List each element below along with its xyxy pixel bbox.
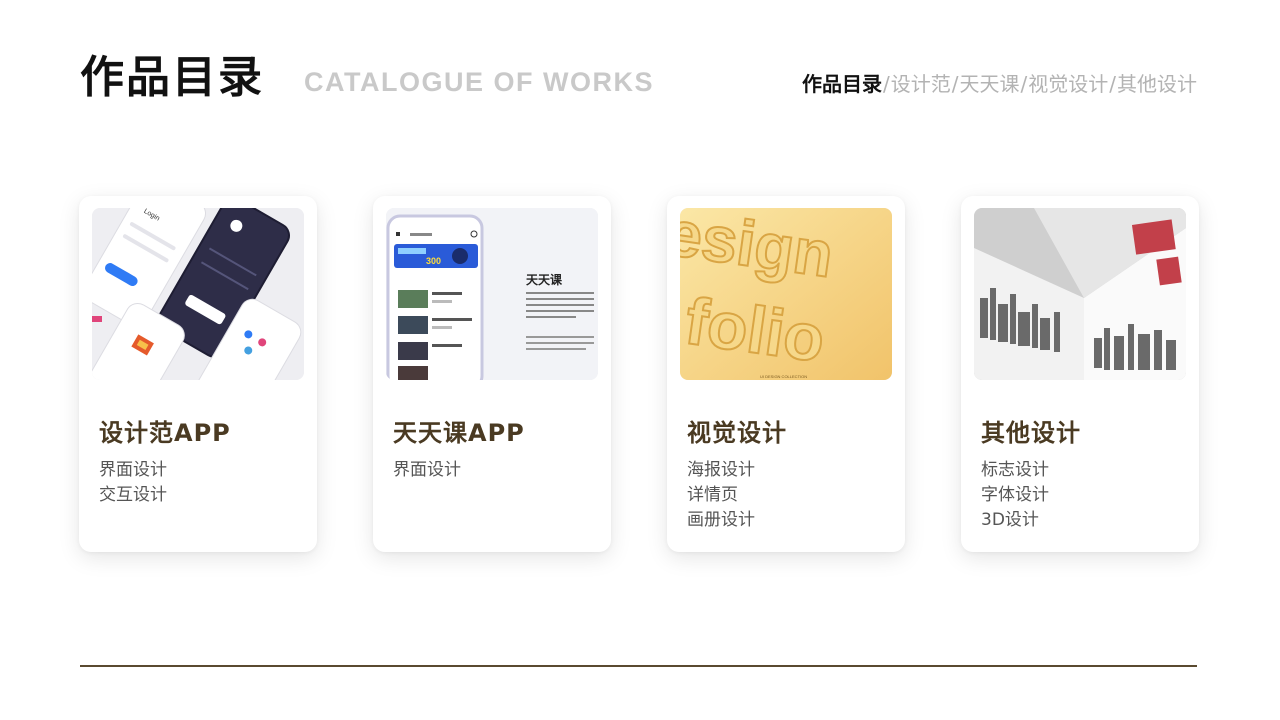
card-item-list: 界面设计 <box>393 458 461 483</box>
card-thumbnail: 300 天天课 <box>386 208 598 380</box>
card-item-list: 标志设计 字体设计 3D设计 <box>981 458 1049 533</box>
breadcrumb-item-tiantianke[interactable]: 天天课 <box>960 72 1020 96</box>
breadcrumb-item-catalogue[interactable]: 作品目录 <box>802 72 882 96</box>
card-item: 标志设计 <box>981 460 1049 480</box>
breadcrumb-item-visual[interactable]: 视觉设计 <box>1028 72 1108 96</box>
thumb-footer-text: UI DESIGN COLLECTION <box>760 374 807 379</box>
app-mockup-image: 300 天天课 <box>386 208 598 380</box>
card-visual-design[interactable]: esign folio UI DESIGN COLLECTION 视觉设计 海报… <box>667 196 905 552</box>
brochure-image <box>974 208 1186 380</box>
breadcrumb-separator: / <box>1020 72 1028 96</box>
breadcrumb-item-other[interactable]: 其他设计 <box>1117 72 1197 96</box>
card-item: 3D设计 <box>981 510 1039 530</box>
app-mockup-image: Login <box>92 208 304 380</box>
page-subtitle: CATALOGUE OF WORKS <box>304 67 654 97</box>
card-item: 字体设计 <box>981 485 1049 505</box>
card-item-list: 界面设计 交互设计 <box>99 458 167 508</box>
breadcrumb-separator: / <box>951 72 959 96</box>
card-item: 详情页 <box>687 485 738 505</box>
card-thumbnail: esign folio UI DESIGN COLLECTION <box>680 208 892 380</box>
card-title: 其他设计 <box>981 419 1081 447</box>
card-title: 设计范APP <box>99 419 231 447</box>
card-item-list: 海报设计 详情页 画册设计 <box>687 458 755 533</box>
breadcrumb-item-shejifan[interactable]: 设计范 <box>891 72 951 96</box>
card-tiantianke-app[interactable]: 300 天天课 天天课APP 界面设计 <box>373 196 611 552</box>
thumb-heading: 天天课 <box>526 272 563 287</box>
card-shejifan-app[interactable]: Login 设计范APP 界面设计 交互设计 <box>79 196 317 552</box>
card-title: 天天课APP <box>393 419 525 447</box>
card-thumbnail: Login <box>92 208 304 380</box>
card-other-design[interactable]: 其他设计 标志设计 字体设计 3D设计 <box>961 196 1199 552</box>
card-thumbnail <box>974 208 1186 380</box>
breadcrumb-separator: / <box>1109 72 1116 96</box>
card-title: 视觉设计 <box>687 419 787 447</box>
card-item: 交互设计 <box>99 485 167 505</box>
card-item: 画册设计 <box>687 510 755 530</box>
bottom-divider <box>80 665 1197 667</box>
breadcrumb: 作品目录/设计范/天天课/视觉设计/其他设计 <box>802 70 1197 98</box>
card-item: 界面设计 <box>393 460 461 480</box>
page-title: 作品目录 <box>80 52 264 103</box>
3d-typography-image: esign folio UI DESIGN COLLECTION <box>680 208 892 380</box>
thumb-promo-text: 300 <box>426 256 441 266</box>
card-item: 界面设计 <box>99 460 167 480</box>
breadcrumb-separator: / <box>883 72 890 96</box>
card-item: 海报设计 <box>687 460 755 480</box>
